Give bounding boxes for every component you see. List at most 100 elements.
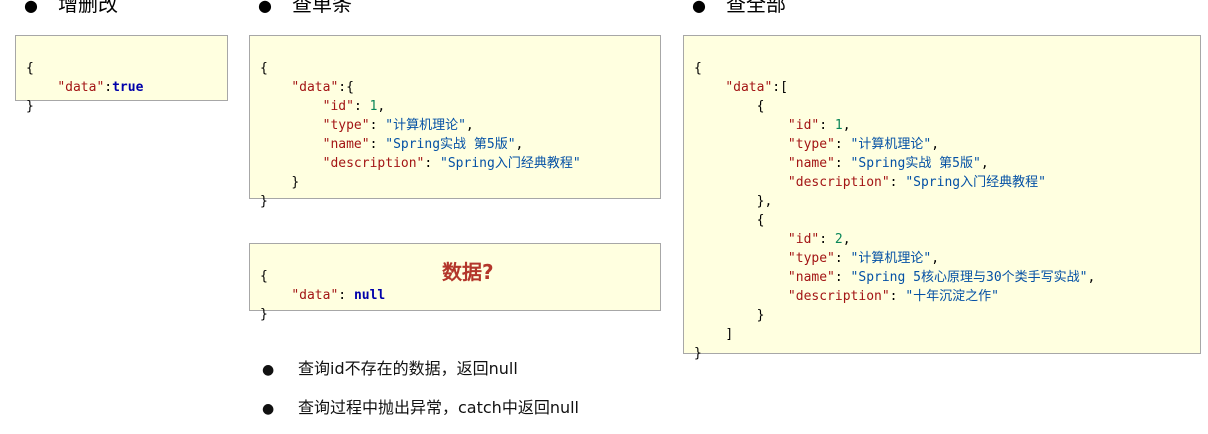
- code-line: "id": 1,: [260, 97, 660, 116]
- question-annotation: 数据?: [442, 260, 494, 284]
- bullet-icon: ●: [258, 0, 272, 15]
- code-line: "data":{: [260, 78, 660, 97]
- colon: :: [819, 232, 835, 247]
- code-line: {: [26, 59, 227, 78]
- heading-all: ● 查全部: [692, 0, 786, 18]
- code-line: "name": "Spring实战 第5版",: [694, 154, 1200, 173]
- code-line: "name": "Spring 5核心原理与30个类手写实战",: [694, 268, 1200, 287]
- code-line: "id": 2,: [694, 230, 1200, 249]
- comma: ,: [980, 156, 989, 171]
- code-line: {: [694, 59, 1200, 78]
- json-key: "id": [787, 118, 820, 133]
- brace: }: [756, 308, 765, 323]
- comma: ,: [465, 118, 474, 133]
- json-key: "data": [57, 80, 105, 95]
- note-item: ● 查询过程中抛出异常，catch中返回null: [262, 396, 579, 420]
- code-line: "data":true: [26, 78, 227, 97]
- colon: :: [104, 80, 113, 95]
- code-line: }: [694, 306, 1200, 325]
- colon: :: [834, 270, 851, 285]
- code-line: "description": "十年沉淀之作": [694, 287, 1200, 306]
- code-line: "type": "计算机理论",: [260, 116, 660, 135]
- code-line: },: [694, 192, 1200, 211]
- code-line: "data":[: [694, 78, 1200, 97]
- heading-all-label: 查全部: [726, 0, 786, 16]
- code-line: {: [694, 211, 1200, 230]
- colon: :: [889, 175, 906, 190]
- json-key: "data": [725, 80, 773, 95]
- brace: {: [260, 61, 268, 76]
- json-key: "description": [322, 156, 425, 171]
- bullet-icon: ●: [262, 362, 275, 378]
- comma: ,: [842, 232, 851, 247]
- code-line: "description": "Spring入门经典教程": [260, 154, 660, 173]
- json-key: "description": [787, 289, 890, 304]
- null-json-box: { "data": null} 数据?: [249, 243, 661, 322]
- all-json-box: { "data":[ { "id": 1, "type": "计算机理论", "…: [683, 35, 1201, 361]
- heading-single-label: 查单条: [292, 0, 352, 16]
- json-value: 2: [834, 232, 843, 247]
- json-value: "计算机理论": [385, 118, 466, 133]
- note-item: ● 查询id不存在的数据，返回null: [262, 357, 518, 381]
- code-line: }: [694, 344, 1200, 363]
- brace: }: [291, 175, 300, 190]
- heading-write: ● 增删改: [24, 0, 118, 18]
- json-value: "Spring入门经典教程": [440, 156, 581, 171]
- colon: :: [338, 288, 354, 303]
- colon: :: [424, 156, 441, 171]
- json-key: "description": [787, 175, 890, 190]
- comma: ,: [931, 251, 940, 266]
- json-value: true: [112, 80, 144, 95]
- code-line: }: [260, 173, 660, 192]
- json-value: 1: [834, 118, 843, 133]
- colon: :: [353, 99, 370, 114]
- code-line: "type": "计算机理论",: [694, 249, 1200, 268]
- brace: },: [756, 194, 773, 209]
- code-line: "data": null: [260, 286, 660, 305]
- comma: ,: [931, 137, 940, 152]
- json-key: "type": [787, 251, 835, 266]
- colon: :: [834, 251, 851, 266]
- bracket: :[: [772, 80, 788, 95]
- colon: :: [834, 137, 851, 152]
- json-key: "name": [322, 137, 370, 152]
- json-key: "data": [291, 80, 339, 95]
- bullet-icon: ●: [24, 0, 38, 15]
- bullet-icon: ●: [692, 0, 706, 15]
- comma: ,: [842, 118, 851, 133]
- json-key: "data": [291, 288, 339, 303]
- write-json-box: { "data":true}: [15, 35, 228, 114]
- code-line: "name": "Spring实战 第5版",: [260, 135, 660, 154]
- json-key: "type": [322, 118, 370, 133]
- json-value: "十年沉淀之作": [905, 289, 999, 304]
- note-text: 查询过程中抛出异常，catch中返回null: [298, 398, 579, 417]
- comma: ,: [515, 137, 524, 152]
- colon: :: [889, 289, 906, 304]
- bullet-icon: ●: [262, 401, 275, 417]
- code-line: }: [26, 97, 227, 116]
- brace: }: [26, 99, 34, 114]
- code-line: }: [260, 192, 660, 211]
- json-value: "Spring入门经典教程": [905, 175, 1046, 190]
- code-line: "description": "Spring入门经典教程": [694, 173, 1200, 192]
- json-value: "Spring实战 第5版": [385, 137, 516, 152]
- code-line: ]: [694, 325, 1200, 344]
- colon: :: [369, 137, 386, 152]
- json-value: "Spring 5核心原理与30个类手写实战": [850, 270, 1088, 285]
- bracket: ]: [725, 327, 734, 342]
- single-json-box: { "data":{ "id": 1, "type": "计算机理论", "na…: [249, 35, 661, 209]
- note-text: 查询id不存在的数据，返回null: [298, 359, 518, 378]
- brace: }: [260, 194, 268, 209]
- heading-single: ● 查单条: [258, 0, 352, 18]
- json-value: "计算机理论": [850, 251, 932, 266]
- colon: :: [819, 118, 835, 133]
- json-key: "type": [787, 137, 835, 152]
- heading-write-label: 增删改: [58, 0, 118, 16]
- code-line: {: [260, 59, 660, 78]
- json-value: "计算机理论": [850, 137, 932, 152]
- code-line: {: [694, 97, 1200, 116]
- json-value: "Spring实战 第5版": [850, 156, 981, 171]
- brace: }: [260, 307, 268, 322]
- json-value: null: [353, 288, 386, 303]
- brace: }: [694, 346, 702, 361]
